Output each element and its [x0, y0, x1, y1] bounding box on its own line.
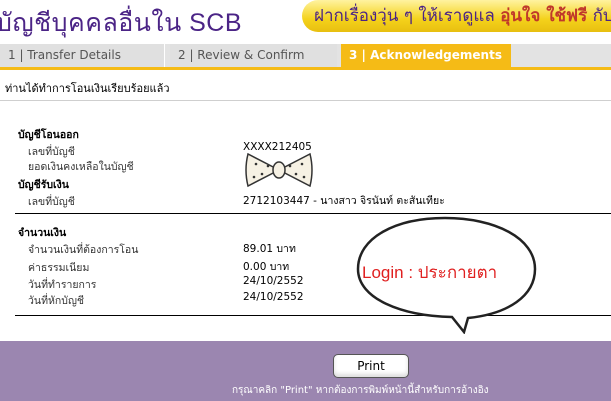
promo-suffix: กับ S — [592, 6, 611, 26]
promo-banner[interactable]: ฝากเรื่องวุ่น ๆ ให้เราดูแล อุ่นใจ ใช้ฟรี… — [302, 0, 611, 32]
login-label: Login : ประกายตา — [362, 263, 498, 282]
tab-acknowledgements: 3 | Acknowledgements — [341, 44, 511, 67]
step-tabs: 1 | Transfer Details 2 | Review & Confir… — [0, 44, 611, 70]
to-account-number-label: เลขที่บัญชี — [28, 196, 75, 208]
from-account-heading: บัญชีโอนออก — [18, 129, 79, 141]
print-hint: กรุณาคลิก "Print" หากต้องการพิมพ์หน้านี้… — [232, 385, 489, 396]
bowtie-sticker — [244, 152, 314, 192]
promo-text: ฝากเรื่องวุ่น ๆ ให้เราดูแล — [314, 6, 495, 26]
divider — [0, 100, 611, 101]
tab-transfer-details: 1 | Transfer Details — [0, 44, 165, 67]
amount-heading: จำนวนเงิน — [18, 227, 67, 239]
fee-value: 0.00 บาท — [243, 261, 290, 273]
page-title: บัญชีบุคคลอื่นใน SCB — [0, 9, 243, 37]
amount-label: จำนวนเงินที่ต้องการโอน — [28, 244, 139, 256]
promo-highlight: อุ่นใจ ใช้ฟรี — [500, 6, 588, 26]
footer-bar: Print กรุณาคลิก "Print" หากต้องการพิมพ์ห… — [0, 341, 611, 401]
debit-date-value: 24/10/2552 — [243, 291, 304, 303]
transaction-date-value: 24/10/2552 — [243, 275, 304, 287]
tab-review-confirm: 2 | Review & Confirm — [170, 44, 337, 67]
print-button[interactable]: Print — [333, 354, 409, 378]
debit-date-label: วันที่หักบัญชี — [28, 295, 85, 307]
transaction-date-label: วันที่ทำรายการ — [28, 279, 97, 291]
amount-value: 89.01 บาท — [243, 243, 296, 255]
success-notice: ท่านได้ทำการโอนเงินเรียบร้อยแล้ว — [5, 82, 170, 95]
to-account-number-value: 2712103447 - นางสาว จิรนันท์ ตะสันเทียะ — [243, 195, 445, 207]
balance-label: ยอดเงินคงเหลือในบัญชี — [28, 161, 134, 173]
header-banner: บัญชีบุคคลอื่นใน SCB ฝากเรื่องวุ่น ๆ ให้… — [0, 0, 611, 38]
fee-label: ค่าธรรมเนียม — [28, 262, 90, 274]
to-account-heading: บัญชีรับเงิน — [18, 179, 69, 191]
